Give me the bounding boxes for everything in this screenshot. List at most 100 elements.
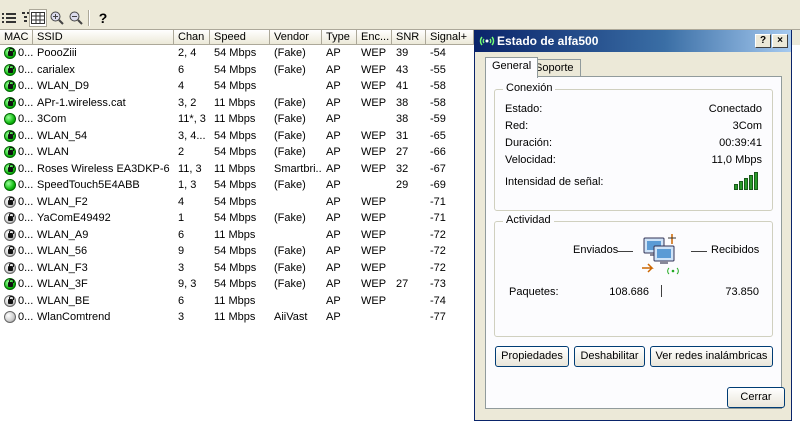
cell-chan: 1, 3 — [178, 179, 197, 191]
cell-signal: -58 — [430, 96, 446, 109]
cell-snr: 43 — [396, 63, 409, 76]
cell-chan: 9, 3 — [178, 278, 197, 290]
cell-speed: 54 Mbps — [214, 195, 257, 208]
cell-speed: 54 Mbps — [214, 212, 257, 224]
grid-view-icon[interactable] — [29, 9, 47, 27]
cell-enc: WEP — [361, 228, 387, 241]
signal-bar — [744, 178, 748, 190]
cell-vendor: Smartbri... — [274, 162, 322, 175]
cell-mac: 0... — [0, 227, 33, 244]
cell-enc: WEP — [361, 261, 387, 274]
cell-snr — [392, 260, 426, 277]
properties-button[interactable]: Propiedades — [495, 346, 569, 367]
cell-speed: 54 Mbps — [214, 47, 257, 59]
column-header-signal[interactable]: Signal+ — [426, 30, 474, 45]
received-label: Recibidos — [711, 244, 760, 256]
cell-vendor: (Fake) — [274, 63, 306, 76]
dialog-titlebar[interactable]: Estado de alfa500 ? × — [475, 30, 791, 52]
cell-speed: 11 Mbps — [214, 311, 256, 323]
help-button[interactable]: ? — [755, 34, 771, 48]
cell-type: AP — [326, 278, 341, 290]
cell-ssid: 3Com — [37, 113, 67, 125]
cell-ssid: SpeedTouch5E4ABB — [37, 179, 140, 191]
cell-mac: 0... — [0, 45, 33, 62]
view-wireless-networks-button[interactable]: Ver redes inalámbricas — [650, 346, 773, 367]
mac-text: 0... — [18, 212, 33, 224]
cell-type: AP — [326, 113, 341, 125]
column-header-enc[interactable]: Enc... — [357, 30, 392, 45]
locked-access-point-icon — [4, 228, 16, 241]
cell-signal: -71 — [430, 212, 446, 224]
locked-access-point-icon — [4, 261, 16, 274]
cell-speed: 54 Mbps — [214, 146, 257, 158]
cell-enc: WEP — [361, 212, 387, 224]
cell-vendor: (Fake) — [274, 113, 306, 125]
tab-general[interactable]: General — [485, 57, 539, 78]
duration-value: 00:39:41 — [719, 137, 762, 149]
cell-chan: 2 — [178, 146, 185, 158]
list-view-icon[interactable] — [0, 9, 18, 27]
cell-enc: WEP — [361, 96, 387, 109]
cell-mac: 0... — [0, 144, 33, 161]
locked-access-point-icon — [4, 212, 16, 224]
cell-chan: 11, 3 — [178, 162, 202, 175]
cell-type: AP — [326, 146, 341, 158]
column-header-speed[interactable]: Speed — [210, 30, 270, 45]
column-header-type[interactable]: Type — [322, 30, 357, 45]
column-header-chan[interactable]: Chan — [174, 30, 210, 45]
cell-snr — [392, 293, 426, 310]
cell-signal: -59 — [430, 113, 446, 125]
cell-enc: WEP — [361, 80, 387, 92]
signal-strength-label: Intensidad de señal: — [505, 176, 604, 188]
cell-type: AP — [326, 47, 341, 59]
cell-mac: 0... — [0, 276, 33, 293]
cell-speed: 11 Mbps — [214, 228, 256, 241]
cell-snr: 41 — [396, 80, 409, 92]
close-button[interactable]: Cerrar — [727, 387, 785, 408]
cell-type: AP — [326, 63, 341, 76]
network-row: Red: 3Com — [505, 119, 762, 133]
cell-enc: WEP — [361, 294, 387, 307]
column-header-ssid[interactable]: SSID — [33, 30, 174, 45]
cell-speed: 11 Mbps — [214, 113, 256, 125]
cell-speed: 54 Mbps — [214, 245, 257, 257]
cell-signal: -66 — [430, 146, 446, 158]
status-value: Conectado — [708, 103, 762, 115]
close-icon[interactable]: × — [772, 34, 788, 48]
cell-vendor: (Fake) — [274, 261, 306, 274]
cell-type: AP — [326, 212, 341, 224]
mac-text: 0... — [18, 179, 33, 191]
cell-snr: 39 — [396, 47, 409, 59]
cell-ssid: APr-1.wireless.cat — [37, 96, 126, 109]
status-row: Estado: Conectado — [505, 102, 762, 116]
cell-enc — [357, 177, 392, 194]
column-header-mac[interactable]: MAC — [0, 30, 33, 45]
column-header-snr[interactable]: SNR — [392, 30, 426, 45]
cell-chan: 11*, 3 — [178, 113, 206, 125]
cell-type: AP — [326, 261, 341, 274]
cell-signal: -55 — [430, 63, 446, 76]
cell-snr — [392, 227, 426, 244]
zoom-in-icon[interactable] — [48, 9, 66, 27]
cell-snr: 31 — [396, 129, 409, 142]
cell-chan: 3, 2 — [178, 96, 197, 109]
connection-legend: Conexión — [503, 82, 556, 94]
signal-row: Intensidad de señal: — [505, 172, 762, 190]
cell-mac: 0... — [0, 95, 33, 112]
access-point-icon — [4, 179, 16, 191]
cell-vendor: (Fake) — [274, 146, 306, 158]
access-point-icon — [4, 311, 16, 323]
column-header-vendor[interactable]: Vendor — [270, 30, 322, 45]
cell-snr — [392, 194, 426, 211]
cell-ssid: WLAN_F3 — [37, 261, 88, 274]
status-label: Estado: — [505, 103, 543, 115]
help-icon[interactable]: ? — [94, 9, 112, 27]
cell-mac: 0... — [0, 243, 33, 260]
cell-mac: 0... — [0, 161, 33, 178]
zoom-out-icon[interactable] — [67, 9, 85, 27]
locked-access-point-icon — [4, 129, 16, 142]
disable-button[interactable]: Deshabilitar — [574, 346, 645, 367]
cell-enc: WEP — [361, 63, 387, 76]
cell-chan: 4 — [178, 80, 185, 92]
cell-ssid: WLAN_3F — [37, 278, 88, 290]
